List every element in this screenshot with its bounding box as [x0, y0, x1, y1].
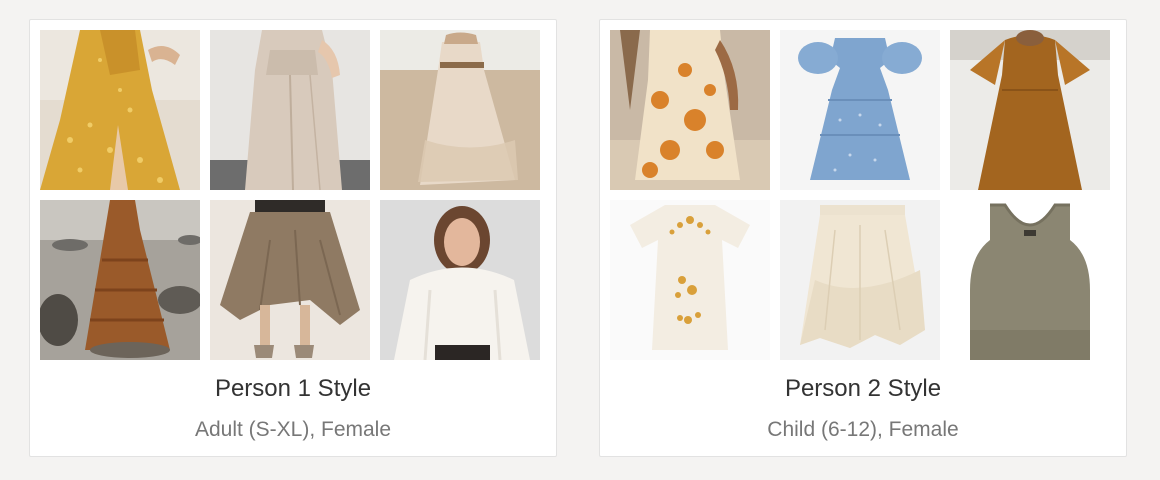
orange-floral-child-dress-photo: [610, 30, 770, 190]
blue-tiered-child-dress-photo: [780, 30, 940, 190]
card-title: Person 1 Style: [214, 375, 372, 402]
embroidered-white-child-dress-photo: [610, 200, 770, 360]
cream-ruffle-skirt-photo: [780, 200, 940, 360]
rust-flutter-sleeve-child-dress-photo: [950, 30, 1110, 190]
person-1-style-card[interactable]: Person 1 Style Adult (S-XL), Female: [29, 19, 557, 457]
person-2-style-card[interactable]: Person 2 Style Child (6-12), Female: [599, 19, 1127, 457]
olive-tank-top-photo: [950, 200, 1110, 360]
outfit-image-grid: [40, 30, 540, 360]
beige-maxi-dress-photo: [210, 30, 370, 190]
card-subtitle: Child (6-12), Female: [767, 418, 959, 441]
yellow-floral-maxi-dress-photo: [40, 30, 200, 190]
card-title: Person 2 Style: [784, 375, 942, 402]
white-satin-blouse-photo: [380, 200, 540, 360]
outfit-image-grid: [610, 30, 1110, 360]
card-subtitle: Adult (S-XL), Female: [194, 418, 392, 441]
rust-tiered-maxi-dress-photo: [40, 200, 200, 360]
cream-lace-maxi-dress-photo: [380, 30, 540, 190]
taupe-high-low-skirt-photo: [210, 200, 370, 360]
